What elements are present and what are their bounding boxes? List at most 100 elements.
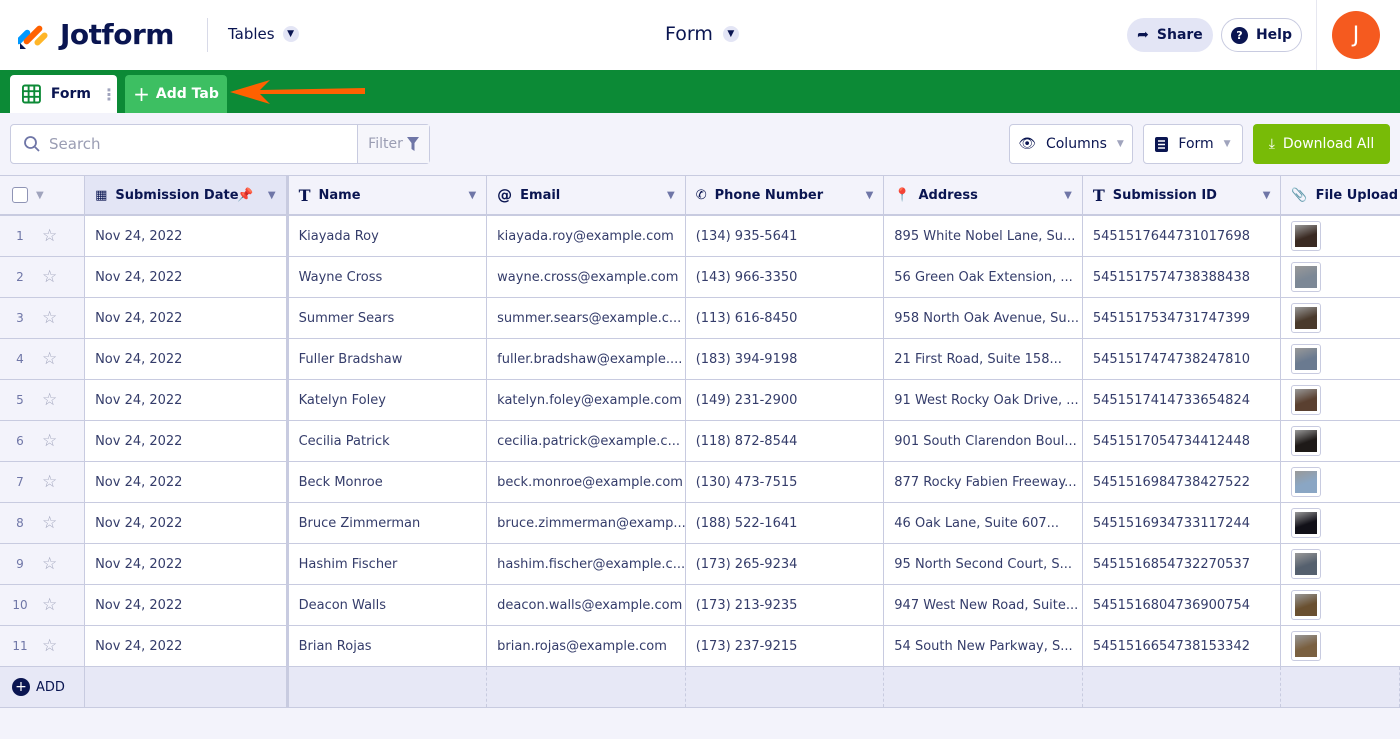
form-title-menu[interactable]: Form ▼ <box>665 23 739 45</box>
cell-email[interactable]: deacon.walls@example.com <box>487 585 686 625</box>
column-header-submission-date[interactable]: ▦ Submission Date 📌 ▼ <box>85 176 289 214</box>
star-icon[interactable]: ☆ <box>42 513 57 533</box>
chevron-down-icon[interactable]: ▼ <box>866 190 874 201</box>
cell-submission-id[interactable]: 5451517644731017698 <box>1083 216 1282 256</box>
star-icon[interactable]: ☆ <box>42 554 57 574</box>
cell-submission-id[interactable]: 5451517474738247810 <box>1083 339 1282 379</box>
cell-submission-date[interactable]: Nov 24, 2022 <box>85 626 289 666</box>
cell-phone[interactable]: (173) 237-9215 <box>686 626 885 666</box>
cell-phone[interactable]: (183) 394-9198 <box>686 339 885 379</box>
cell-file-upload[interactable] <box>1281 421 1400 461</box>
cell-email[interactable]: kiayada.roy@example.com <box>487 216 686 256</box>
cell-address[interactable]: 958 North Oak Avenue, Su... <box>884 298 1083 338</box>
cell-name[interactable]: Bruce Zimmerman <box>289 503 488 543</box>
cell-phone[interactable]: (173) 265-9234 <box>686 544 885 584</box>
image-thumbnail[interactable] <box>1291 303 1322 333</box>
table-row[interactable]: 8 ☆ Nov 24, 2022 Bruce Zimmerman bruce.zi… <box>0 503 1400 544</box>
cell-name[interactable]: Cecilia Patrick <box>289 421 488 461</box>
cell-address[interactable]: 21 First Road, Suite 158... <box>884 339 1083 379</box>
cell-submission-date[interactable]: Nov 24, 2022 <box>85 585 289 625</box>
cell-address[interactable]: 877 Rocky Fabien Freeway... <box>884 462 1083 502</box>
cell-file-upload[interactable] <box>1281 216 1400 256</box>
cell-address[interactable]: 54 South New Parkway, S... <box>884 626 1083 666</box>
table-row[interactable]: 5 ☆ Nov 24, 2022 Katelyn Foley katelyn.fo… <box>0 380 1400 421</box>
cell-file-upload[interactable] <box>1281 626 1400 666</box>
form-select-button[interactable]: Form ▼ <box>1143 124 1243 164</box>
cell-phone[interactable]: (113) 616-8450 <box>686 298 885 338</box>
table-row[interactable]: 1 ☆ Nov 24, 2022 Kiayada Roy kiayada.roy@… <box>0 216 1400 257</box>
cell-submission-id[interactable]: 5451516654738153342 <box>1083 626 1282 666</box>
cell-submission-id[interactable]: 5451516934733117244 <box>1083 503 1282 543</box>
cell-address[interactable]: 95 North Second Court, S... <box>884 544 1083 584</box>
cell-submission-id[interactable]: 5451516984738427522 <box>1083 462 1282 502</box>
cell-file-upload[interactable] <box>1281 380 1400 420</box>
cell-address[interactable]: 901 South Clarendon Boul... <box>884 421 1083 461</box>
cell-submission-id[interactable]: 5451517574738388438 <box>1083 257 1282 297</box>
chevron-down-icon[interactable]: ▼ <box>1064 190 1072 201</box>
cell-submission-id[interactable]: 5451517054734412448 <box>1083 421 1282 461</box>
cell-email[interactable]: fuller.bradshaw@example.... <box>487 339 686 379</box>
image-thumbnail[interactable] <box>1291 467 1322 497</box>
star-icon[interactable]: ☆ <box>42 431 57 451</box>
image-thumbnail[interactable] <box>1291 221 1322 251</box>
tab-form[interactable]: Form ⋮ <box>10 75 117 113</box>
cell-file-upload[interactable] <box>1281 544 1400 584</box>
cell-name[interactable]: Fuller Bradshaw <box>289 339 488 379</box>
cell-email[interactable]: wayne.cross@example.com <box>487 257 686 297</box>
avatar[interactable]: J <box>1332 11 1380 59</box>
cell-submission-id[interactable]: 5451517534731747399 <box>1083 298 1282 338</box>
cell-email[interactable]: summer.sears@example.c... <box>487 298 686 338</box>
cell-submission-date[interactable]: Nov 24, 2022 <box>85 503 289 543</box>
cell-address[interactable]: 895 White Nobel Lane, Su... <box>884 216 1083 256</box>
cell-name[interactable]: Summer Sears <box>289 298 488 338</box>
cell-phone[interactable]: (149) 231-2900 <box>686 380 885 420</box>
table-row[interactable]: 4 ☆ Nov 24, 2022 Fuller Bradshaw fuller.b… <box>0 339 1400 380</box>
cell-email[interactable]: bruce.zimmerman@examp... <box>487 503 686 543</box>
cell-address[interactable]: 947 West New Road, Suite... <box>884 585 1083 625</box>
cell-submission-date[interactable]: Nov 24, 2022 <box>85 257 289 297</box>
select-all-checkbox[interactable] <box>12 187 28 203</box>
cell-submission-id[interactable]: 5451516854732270537 <box>1083 544 1282 584</box>
jotform-logo[interactable]: Jotform <box>18 18 174 51</box>
table-row[interactable]: 11 ☆ Nov 24, 2022 Brian Rojas brian.rojas… <box>0 626 1400 667</box>
cell-submission-date[interactable]: Nov 24, 2022 <box>85 421 289 461</box>
cell-address[interactable]: 56 Green Oak Extension, ... <box>884 257 1083 297</box>
column-header-phone[interactable]: ✆ Phone Number ▼ <box>686 176 885 214</box>
image-thumbnail[interactable] <box>1291 262 1322 292</box>
table-row[interactable]: 6 ☆ Nov 24, 2022 Cecilia Patrick cecilia.… <box>0 421 1400 462</box>
cell-submission-date[interactable]: Nov 24, 2022 <box>85 544 289 584</box>
chevron-down-icon[interactable]: ▼ <box>667 190 675 201</box>
filter-button[interactable]: Filter <box>357 125 429 163</box>
add-row-button[interactable]: + ADD <box>12 678 65 696</box>
cell-file-upload[interactable] <box>1281 585 1400 625</box>
cell-submission-date[interactable]: Nov 24, 2022 <box>85 298 289 338</box>
cell-name[interactable]: Deacon Walls <box>289 585 488 625</box>
cell-phone[interactable]: (134) 935-5641 <box>686 216 885 256</box>
table-row[interactable]: 2 ☆ Nov 24, 2022 Wayne Cross wayne.cross@… <box>0 257 1400 298</box>
image-thumbnail[interactable] <box>1291 344 1322 374</box>
image-thumbnail[interactable] <box>1291 385 1322 415</box>
cell-name[interactable]: Wayne Cross <box>289 257 488 297</box>
star-icon[interactable]: ☆ <box>42 267 57 287</box>
image-thumbnail[interactable] <box>1291 631 1322 661</box>
cell-phone[interactable]: (130) 473-7515 <box>686 462 885 502</box>
column-header-file-upload[interactable]: 📎 File Upload <box>1281 176 1400 214</box>
star-icon[interactable]: ☆ <box>42 595 57 615</box>
cell-phone[interactable]: (173) 213-9235 <box>686 585 885 625</box>
chevron-down-icon[interactable]: ▼ <box>468 190 476 201</box>
star-icon[interactable]: ☆ <box>42 308 57 328</box>
help-button[interactable]: ? Help <box>1221 18 1302 52</box>
cell-name[interactable]: Hashim Fischer <box>289 544 488 584</box>
image-thumbnail[interactable] <box>1291 426 1322 456</box>
star-icon[interactable]: ☆ <box>42 390 57 410</box>
column-header-address[interactable]: 📍 Address ▼ <box>884 176 1083 214</box>
image-thumbnail[interactable] <box>1291 590 1322 620</box>
cell-address[interactable]: 91 West Rocky Oak Drive, ... <box>884 380 1083 420</box>
cell-file-upload[interactable] <box>1281 339 1400 379</box>
cell-name[interactable]: Katelyn Foley <box>289 380 488 420</box>
add-tab-button[interactable]: + Add Tab <box>125 75 227 113</box>
star-icon[interactable]: ☆ <box>42 636 57 656</box>
table-row[interactable]: 10 ☆ Nov 24, 2022 Deacon Walls deacon.wal… <box>0 585 1400 626</box>
cell-phone[interactable]: (118) 872-8544 <box>686 421 885 461</box>
cell-email[interactable]: hashim.fischer@example.c... <box>487 544 686 584</box>
